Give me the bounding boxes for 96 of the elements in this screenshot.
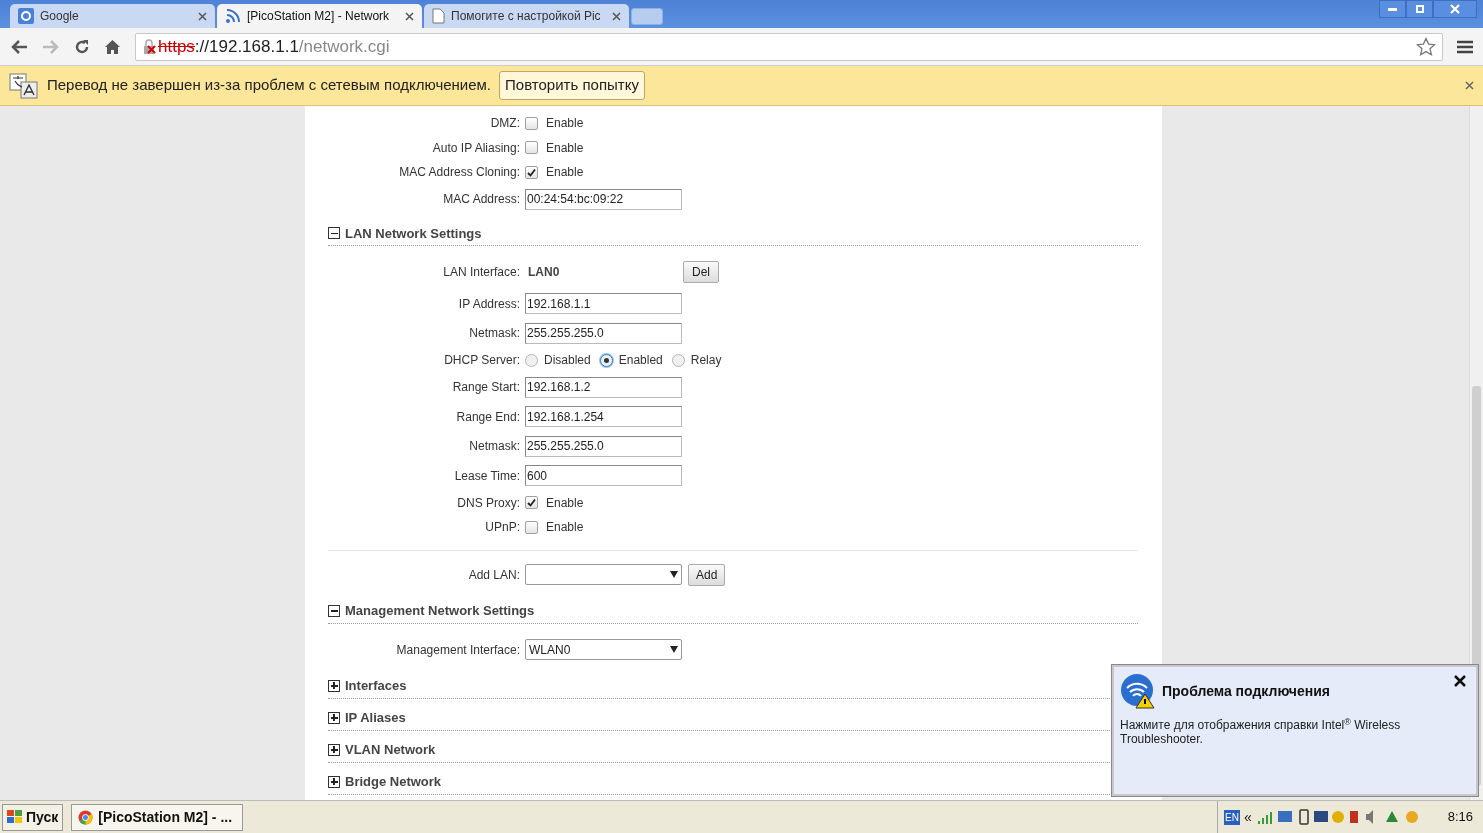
option-label: Enable: [546, 494, 584, 512]
notification-popup[interactable]: Проблема подключения Нажмите для отображения справки Intel$^{®}$ Wireless Troubleshooter.: [1112, 665, 1478, 796]
section-heading: Bridge Network: [345, 773, 442, 791]
close-icon[interactable]: [1454, 675, 1466, 687]
close-button[interactable]: [1433, 0, 1477, 18]
option-label: Enabled: [618, 352, 663, 370]
field-label: Management Interface:: [395, 641, 521, 659]
insecure-lock-icon: [142, 38, 158, 55]
back-icon[interactable]: [10, 38, 28, 55]
input-field[interactable]: 600: [525, 465, 682, 487]
tray-expand-button[interactable]: «: [1243, 806, 1252, 828]
input-field[interactable]: 192.168.1.254: [525, 406, 682, 428]
check-icon: [527, 498, 536, 508]
input-field[interactable]: 255.255.255.0: [525, 322, 682, 344]
option-label: Enable: [546, 164, 584, 182]
field-label: UPnP:: [484, 519, 521, 537]
home-icon[interactable]: [104, 38, 121, 55]
radio-button[interactable]: [525, 353, 538, 367]
input-field[interactable]: 192.168.1.2: [525, 376, 682, 398]
browser-tab[interactable]: Google: [10, 4, 215, 28]
expand-icon[interactable]: [328, 775, 340, 788]
windows-logo-icon: [7, 810, 23, 824]
infobar-message: Перевод не завершен из-за проблем с сетевым подключением.: [47, 75, 492, 96]
browser-tab[interactable]: [PicoStation M2] - Network: [217, 4, 422, 28]
option-label: Enable: [546, 139, 584, 157]
taskbar-button[interactable]: [PicoStation M2] - ...: [71, 803, 244, 831]
tab-title: Помогите с настройкой Pic: [451, 8, 602, 25]
notification-body: Нажмите для отображения справки Intel$^{®}$ Wireless Troubleshooter.: [1120, 718, 1402, 746]
tab-title: Google: [40, 8, 80, 25]
checkbox[interactable]: [525, 141, 538, 155]
check-icon: [527, 167, 536, 177]
field-label: Add LAN:: [467, 566, 521, 584]
start-button[interactable]: Пуск: [2, 803, 64, 831]
section-heading: Interfaces: [345, 677, 407, 695]
field-label: Netmask:: [468, 325, 521, 343]
reload-icon[interactable]: [74, 38, 90, 55]
checkbox[interactable]: [525, 165, 538, 179]
restore-button[interactable]: [1406, 0, 1433, 18]
chrome-icon: [78, 809, 94, 825]
field-label: Auto IP Aliasing:: [431, 139, 521, 157]
rss-icon: [225, 8, 241, 24]
radio-button[interactable]: [599, 353, 613, 367]
checkbox[interactable]: [525, 496, 538, 510]
language-indicator[interactable]: EN: [1224, 809, 1240, 825]
browser-tab[interactable]: Помогите с настройкой Pic: [424, 4, 629, 28]
add-button[interactable]: Add: [688, 563, 726, 586]
translate-icon: [9, 72, 39, 99]
field-label: MAC Address:: [442, 191, 521, 209]
option-label: Relay: [690, 352, 722, 370]
field-label: DMZ:: [489, 115, 521, 133]
url-text: https://192.168.1.1/network.cgi: [158, 35, 390, 58]
collapse-icon[interactable]: [328, 604, 340, 617]
checkbox[interactable]: [525, 520, 538, 534]
section-heading: LAN Network Settings: [345, 224, 482, 243]
field-label: DHCP Server:: [443, 352, 521, 370]
dropdown[interactable]: WLAN0: [525, 639, 682, 660]
field-label: MAC Address Cloning:: [398, 164, 521, 182]
collapse-icon[interactable]: [328, 227, 340, 240]
wifi-warning-icon: [1120, 673, 1156, 709]
field-label: DNS Proxy:: [456, 494, 521, 512]
field-label: Lease Time:: [453, 467, 521, 485]
field-label: Netmask:: [468, 438, 521, 456]
input-field[interactable]: 00:24:54:bc:09:22: [525, 188, 682, 210]
input-field[interactable]: 192.168.1.1: [525, 293, 682, 315]
expand-icon[interactable]: [328, 711, 340, 724]
checkbox[interactable]: [525, 116, 538, 130]
notification-title: Проблема подключения: [1162, 681, 1331, 701]
tab-title: [PicoStation M2] - Network: [247, 8, 391, 25]
close-icon[interactable]: [405, 11, 414, 21]
dropdown-arrow-icon: [670, 571, 678, 578]
option-label: Enable: [546, 519, 584, 537]
dropdown-arrow-icon: [670, 646, 678, 653]
field-label: LAN Interface:: [442, 264, 521, 281]
minimize-button[interactable]: [1379, 0, 1406, 18]
page-icon: [432, 8, 445, 24]
section-heading: Management Network Settings: [345, 602, 535, 620]
option-label: Enable: [546, 115, 584, 133]
interface-name: LAN0: [527, 264, 561, 281]
close-icon: [1450, 4, 1460, 14]
field-label: IP Address:: [457, 295, 521, 313]
star-icon[interactable]: [1416, 36, 1436, 57]
option-label: Disabled: [544, 352, 591, 370]
field-label: Range End:: [455, 408, 521, 426]
dropdown[interactable]: [525, 564, 682, 585]
expand-icon[interactable]: [328, 679, 340, 692]
address-bar[interactable]: https://192.168.1.1/network.cgi: [135, 32, 1443, 61]
section-heading: IP Aliases: [345, 709, 406, 727]
expand-icon[interactable]: [328, 743, 340, 756]
input-field[interactable]: 255.255.255.0: [525, 435, 682, 457]
menu-icon[interactable]: [1457, 39, 1473, 54]
field-label: Range Start:: [451, 379, 521, 397]
delete-button[interactable]: Del: [683, 261, 719, 283]
clock: 8:16: [1447, 808, 1473, 827]
retry-button[interactable]: Повторить попытку: [499, 71, 645, 100]
section-heading: VLAN Network: [345, 741, 436, 759]
radio-button[interactable]: [671, 353, 685, 367]
